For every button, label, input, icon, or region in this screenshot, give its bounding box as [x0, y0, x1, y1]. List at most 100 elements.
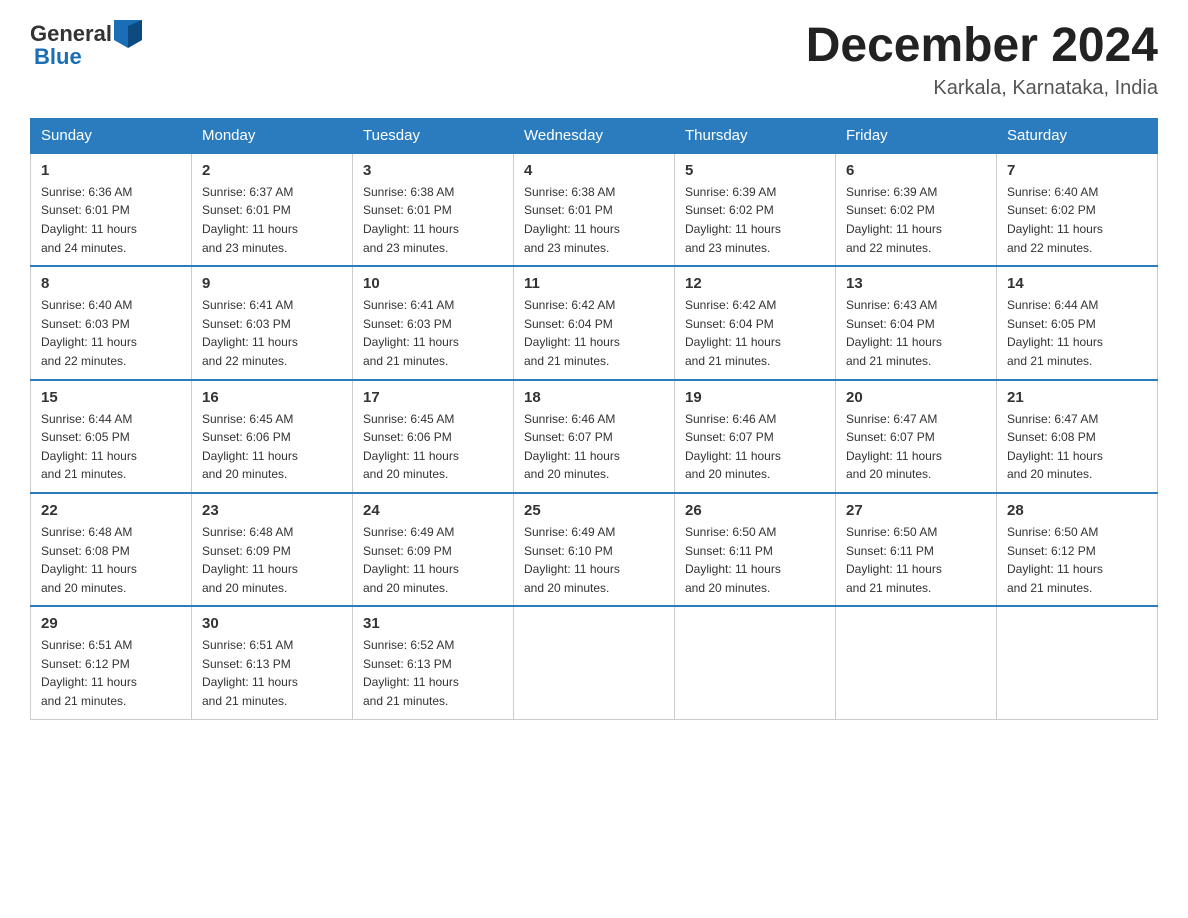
day-number: 25 — [524, 502, 664, 519]
calendar-day-9: 9 Sunrise: 6:41 AMSunset: 6:03 PMDayligh… — [192, 266, 353, 379]
day-number: 8 — [41, 275, 181, 292]
day-number: 26 — [685, 502, 825, 519]
day-number: 10 — [363, 275, 503, 292]
calendar-day-1: 1 Sunrise: 6:36 AMSunset: 6:01 PMDayligh… — [31, 153, 192, 266]
day-info: Sunrise: 6:48 AMSunset: 6:09 PMDaylight:… — [202, 525, 298, 595]
day-info: Sunrise: 6:47 AMSunset: 6:07 PMDaylight:… — [846, 412, 942, 482]
calendar-week-1: 1 Sunrise: 6:36 AMSunset: 6:01 PMDayligh… — [31, 153, 1158, 266]
day-info: Sunrise: 6:46 AMSunset: 6:07 PMDaylight:… — [685, 412, 781, 482]
weekday-header-sunday: Sunday — [31, 118, 192, 153]
weekday-header-saturday: Saturday — [997, 118, 1158, 153]
page-header: General Blue December 2024 Karkala, Karn… — [30, 20, 1158, 100]
weekday-header-wednesday: Wednesday — [514, 118, 675, 153]
calendar-day-23: 23 Sunrise: 6:48 AMSunset: 6:09 PMDaylig… — [192, 493, 353, 606]
calendar-day-10: 10 Sunrise: 6:41 AMSunset: 6:03 PMDaylig… — [353, 266, 514, 379]
day-info: Sunrise: 6:50 AMSunset: 6:11 PMDaylight:… — [685, 525, 781, 595]
day-info: Sunrise: 6:37 AMSunset: 6:01 PMDaylight:… — [202, 185, 298, 255]
day-info: Sunrise: 6:39 AMSunset: 6:02 PMDaylight:… — [685, 185, 781, 255]
day-number: 15 — [41, 389, 181, 406]
calendar-day-11: 11 Sunrise: 6:42 AMSunset: 6:04 PMDaylig… — [514, 266, 675, 379]
calendar-table: SundayMondayTuesdayWednesdayThursdayFrid… — [30, 118, 1158, 720]
calendar-day-21: 21 Sunrise: 6:47 AMSunset: 6:08 PMDaylig… — [997, 380, 1158, 493]
day-number: 13 — [846, 275, 986, 292]
day-number: 28 — [1007, 502, 1147, 519]
day-info: Sunrise: 6:50 AMSunset: 6:11 PMDaylight:… — [846, 525, 942, 595]
calendar-day-2: 2 Sunrise: 6:37 AMSunset: 6:01 PMDayligh… — [192, 153, 353, 266]
logo-blue-text: Blue — [34, 44, 142, 70]
calendar-day-24: 24 Sunrise: 6:49 AMSunset: 6:09 PMDaylig… — [353, 493, 514, 606]
day-info: Sunrise: 6:38 AMSunset: 6:01 PMDaylight:… — [524, 185, 620, 255]
calendar-day-3: 3 Sunrise: 6:38 AMSunset: 6:01 PMDayligh… — [353, 153, 514, 266]
calendar-day-31: 31 Sunrise: 6:52 AMSunset: 6:13 PMDaylig… — [353, 606, 514, 719]
calendar-week-5: 29 Sunrise: 6:51 AMSunset: 6:12 PMDaylig… — [31, 606, 1158, 719]
day-number: 9 — [202, 275, 342, 292]
day-info: Sunrise: 6:39 AMSunset: 6:02 PMDaylight:… — [846, 185, 942, 255]
day-info: Sunrise: 6:44 AMSunset: 6:05 PMDaylight:… — [41, 412, 137, 482]
day-info: Sunrise: 6:49 AMSunset: 6:10 PMDaylight:… — [524, 525, 620, 595]
day-number: 29 — [41, 615, 181, 632]
day-info: Sunrise: 6:44 AMSunset: 6:05 PMDaylight:… — [1007, 298, 1103, 368]
calendar-day-19: 19 Sunrise: 6:46 AMSunset: 6:07 PMDaylig… — [675, 380, 836, 493]
weekday-header-tuesday: Tuesday — [353, 118, 514, 153]
calendar-week-3: 15 Sunrise: 6:44 AMSunset: 6:05 PMDaylig… — [31, 380, 1158, 493]
day-number: 2 — [202, 162, 342, 179]
day-number: 22 — [41, 502, 181, 519]
day-info: Sunrise: 6:40 AMSunset: 6:02 PMDaylight:… — [1007, 185, 1103, 255]
day-info: Sunrise: 6:51 AMSunset: 6:13 PMDaylight:… — [202, 638, 298, 708]
day-number: 27 — [846, 502, 986, 519]
calendar-day-25: 25 Sunrise: 6:49 AMSunset: 6:10 PMDaylig… — [514, 493, 675, 606]
day-info: Sunrise: 6:50 AMSunset: 6:12 PMDaylight:… — [1007, 525, 1103, 595]
day-number: 5 — [685, 162, 825, 179]
day-info: Sunrise: 6:49 AMSunset: 6:09 PMDaylight:… — [363, 525, 459, 595]
day-info: Sunrise: 6:51 AMSunset: 6:12 PMDaylight:… — [41, 638, 137, 708]
weekday-header-friday: Friday — [836, 118, 997, 153]
calendar-day-13: 13 Sunrise: 6:43 AMSunset: 6:04 PMDaylig… — [836, 266, 997, 379]
calendar-day-8: 8 Sunrise: 6:40 AMSunset: 6:03 PMDayligh… — [31, 266, 192, 379]
day-number: 20 — [846, 389, 986, 406]
day-info: Sunrise: 6:52 AMSunset: 6:13 PMDaylight:… — [363, 638, 459, 708]
day-number: 6 — [846, 162, 986, 179]
day-number: 21 — [1007, 389, 1147, 406]
calendar-day-4: 4 Sunrise: 6:38 AMSunset: 6:01 PMDayligh… — [514, 153, 675, 266]
day-info: Sunrise: 6:47 AMSunset: 6:08 PMDaylight:… — [1007, 412, 1103, 482]
calendar-day-28: 28 Sunrise: 6:50 AMSunset: 6:12 PMDaylig… — [997, 493, 1158, 606]
day-info: Sunrise: 6:40 AMSunset: 6:03 PMDaylight:… — [41, 298, 137, 368]
day-number: 23 — [202, 502, 342, 519]
day-number: 24 — [363, 502, 503, 519]
calendar-week-2: 8 Sunrise: 6:40 AMSunset: 6:03 PMDayligh… — [31, 266, 1158, 379]
calendar-day-14: 14 Sunrise: 6:44 AMSunset: 6:05 PMDaylig… — [997, 266, 1158, 379]
calendar-day-7: 7 Sunrise: 6:40 AMSunset: 6:02 PMDayligh… — [997, 153, 1158, 266]
calendar-day-26: 26 Sunrise: 6:50 AMSunset: 6:11 PMDaylig… — [675, 493, 836, 606]
weekday-header-thursday: Thursday — [675, 118, 836, 153]
day-number: 16 — [202, 389, 342, 406]
weekday-header-row: SundayMondayTuesdayWednesdayThursdayFrid… — [31, 118, 1158, 153]
day-number: 3 — [363, 162, 503, 179]
day-info: Sunrise: 6:41 AMSunset: 6:03 PMDaylight:… — [363, 298, 459, 368]
empty-day-cell — [514, 606, 675, 719]
calendar-day-29: 29 Sunrise: 6:51 AMSunset: 6:12 PMDaylig… — [31, 606, 192, 719]
day-info: Sunrise: 6:41 AMSunset: 6:03 PMDaylight:… — [202, 298, 298, 368]
day-info: Sunrise: 6:45 AMSunset: 6:06 PMDaylight:… — [363, 412, 459, 482]
month-title: December 2024 — [806, 20, 1158, 73]
day-number: 18 — [524, 389, 664, 406]
empty-day-cell — [675, 606, 836, 719]
day-number: 31 — [363, 615, 503, 632]
day-number: 4 — [524, 162, 664, 179]
calendar-day-20: 20 Sunrise: 6:47 AMSunset: 6:07 PMDaylig… — [836, 380, 997, 493]
empty-day-cell — [997, 606, 1158, 719]
day-info: Sunrise: 6:45 AMSunset: 6:06 PMDaylight:… — [202, 412, 298, 482]
calendar-day-12: 12 Sunrise: 6:42 AMSunset: 6:04 PMDaylig… — [675, 266, 836, 379]
day-info: Sunrise: 6:42 AMSunset: 6:04 PMDaylight:… — [524, 298, 620, 368]
calendar-day-15: 15 Sunrise: 6:44 AMSunset: 6:05 PMDaylig… — [31, 380, 192, 493]
calendar-day-6: 6 Sunrise: 6:39 AMSunset: 6:02 PMDayligh… — [836, 153, 997, 266]
day-info: Sunrise: 6:48 AMSunset: 6:08 PMDaylight:… — [41, 525, 137, 595]
calendar-day-27: 27 Sunrise: 6:50 AMSunset: 6:11 PMDaylig… — [836, 493, 997, 606]
calendar-day-17: 17 Sunrise: 6:45 AMSunset: 6:06 PMDaylig… — [353, 380, 514, 493]
day-number: 11 — [524, 275, 664, 292]
calendar-day-30: 30 Sunrise: 6:51 AMSunset: 6:13 PMDaylig… — [192, 606, 353, 719]
day-info: Sunrise: 6:46 AMSunset: 6:07 PMDaylight:… — [524, 412, 620, 482]
empty-day-cell — [836, 606, 997, 719]
day-info: Sunrise: 6:43 AMSunset: 6:04 PMDaylight:… — [846, 298, 942, 368]
calendar-day-22: 22 Sunrise: 6:48 AMSunset: 6:08 PMDaylig… — [31, 493, 192, 606]
day-info: Sunrise: 6:42 AMSunset: 6:04 PMDaylight:… — [685, 298, 781, 368]
